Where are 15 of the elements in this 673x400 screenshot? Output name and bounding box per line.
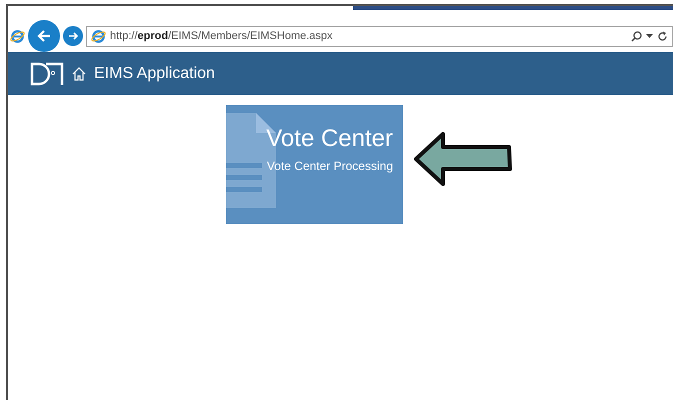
browser-icon (10, 28, 25, 44)
address-field[interactable]: http://eprod/EIMS/Members/EIMSHome.aspx (86, 26, 673, 46)
home-icon[interactable] (72, 66, 86, 80)
back-button[interactable] (28, 20, 60, 52)
app-title: EIMS Application (94, 64, 215, 82)
tile-subtitle: Vote Center Processing (266, 159, 393, 173)
refresh-icon[interactable] (657, 30, 668, 42)
dropdown-icon[interactable] (646, 34, 653, 38)
forward-arrow-icon (67, 30, 79, 42)
search-icon[interactable] (631, 30, 642, 42)
logo-icon (30, 62, 64, 86)
page-icon (91, 28, 106, 44)
arrow-icon (413, 131, 513, 187)
tile-title: Vote Center (266, 125, 393, 153)
forward-button[interactable] (63, 26, 83, 46)
